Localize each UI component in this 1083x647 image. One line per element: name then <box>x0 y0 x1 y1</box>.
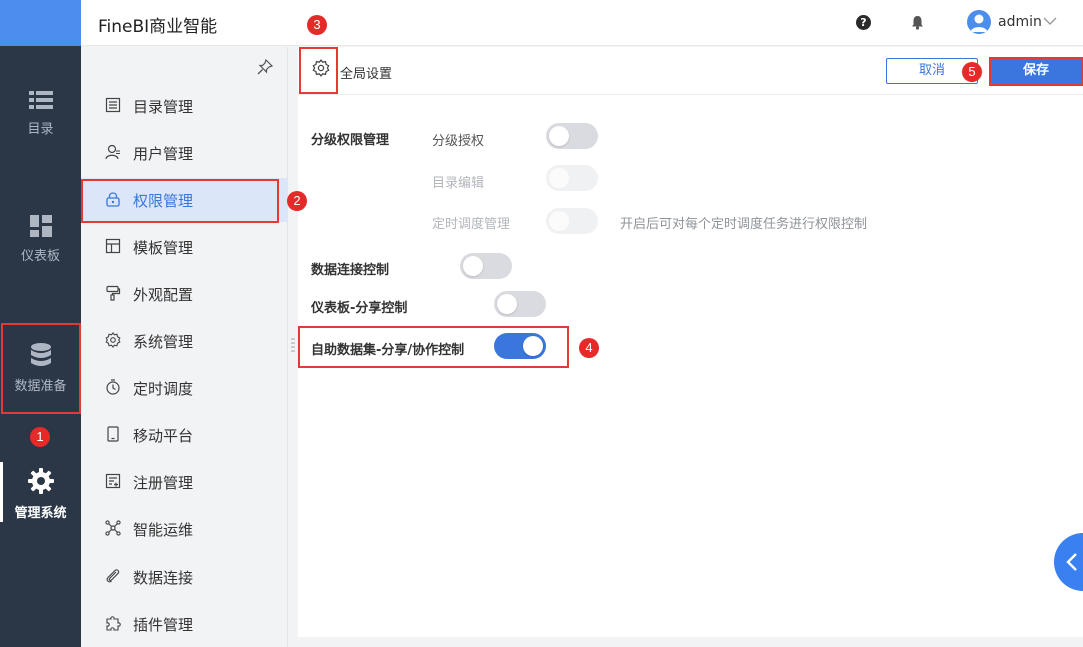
schedule-manage-label: 定时调度管理 <box>432 217 511 232</box>
drag-handle-icon[interactable] <box>291 338 295 352</box>
bell-icon[interactable] <box>911 15 924 30</box>
annotation-badge-4: 4 <box>579 338 599 358</box>
user-name[interactable]: admin <box>998 14 1042 30</box>
rail-item-label: 仪表板 <box>20 249 60 264</box>
gear-icon <box>27 468 54 494</box>
network-icon <box>105 520 121 536</box>
graded-permission-label: 分级权限管理 <box>311 133 390 148</box>
subnav-item-register[interactable]: 注册管理 <box>81 460 288 504</box>
catalog-edit-toggle[interactable] <box>546 165 598 191</box>
subnav-label: 插件管理 <box>133 616 194 634</box>
graded-auth-label: 分级授权 <box>432 134 485 149</box>
rail-item-label: 管理系统 <box>14 506 67 521</box>
top-header: FineBI商业智能 ? admin <box>81 0 1083 46</box>
highlight-permissions <box>81 179 279 223</box>
subnav-item-templates[interactable]: 模板管理 <box>81 225 288 269</box>
timer-icon <box>106 379 120 395</box>
subnav-label: 数据连接 <box>133 569 194 587</box>
subnav-label: 移动平台 <box>133 427 194 445</box>
subnav-item-plugins[interactable]: 插件管理 <box>81 602 288 646</box>
paperclip-icon <box>106 569 120 583</box>
subnav-item-schedule[interactable]: 定时调度 <box>81 366 288 410</box>
help-icon[interactable]: ? <box>856 15 871 30</box>
rail-item-admin[interactable]: 管理系统 <box>0 462 81 522</box>
pin-icon[interactable] <box>257 59 273 75</box>
subnav-label: 注册管理 <box>133 474 194 492</box>
avatar[interactable] <box>967 10 991 34</box>
subnav-label: 用户管理 <box>133 145 194 163</box>
subnav-label: 定时调度 <box>133 380 194 398</box>
global-settings-label: 全局设置 <box>340 67 393 82</box>
user-avatar-icon <box>970 14 988 32</box>
data-connection-toggle[interactable] <box>460 253 512 279</box>
active-indicator <box>0 462 3 522</box>
dashboard-share-label: 仪表板-分享控制 <box>311 301 408 316</box>
user-icon <box>105 144 120 160</box>
rail-item-label: 目录 <box>27 122 54 137</box>
register-icon <box>105 473 121 489</box>
subnav-item-mobile[interactable]: 移动平台 <box>81 413 288 457</box>
rail-item-dashboard[interactable]: 仪表板 <box>0 215 81 264</box>
highlight-global-settings <box>299 47 338 94</box>
template-icon <box>105 238 121 254</box>
annotation-badge-3: 3 <box>307 15 327 35</box>
subnav-item-ops[interactable]: 智能运维 <box>81 507 288 551</box>
app-title: FineBI商业智能 <box>98 17 218 37</box>
subnav-label: 系统管理 <box>133 333 194 351</box>
annotation-badge-1: 1 <box>30 427 50 447</box>
subnav-label: 外观配置 <box>133 286 194 304</box>
data-connection-label: 数据连接控制 <box>311 263 390 278</box>
subnav-item-catalog[interactable]: 目录管理 <box>81 84 288 128</box>
rail-logo-area <box>0 0 81 46</box>
subnav-item-data-connection[interactable]: 数据连接 <box>81 555 288 599</box>
list-icon <box>28 91 53 109</box>
dashboard-share-toggle[interactable] <box>494 291 546 317</box>
catalog-icon <box>105 97 121 113</box>
subnav-item-users[interactable]: 用户管理 <box>81 131 288 175</box>
highlight-data-prep <box>1 323 81 414</box>
subnav-label: 模板管理 <box>133 239 194 257</box>
schedule-hint: 开启后可对每个定时调度任务进行权限控制 <box>620 217 868 232</box>
highlight-self-dataset-toggle <box>298 326 569 368</box>
dashboard-icon <box>29 215 52 237</box>
puzzle-icon <box>106 616 121 631</box>
subnav-item-appearance[interactable]: 外观配置 <box>81 272 288 316</box>
mobile-icon <box>107 426 119 442</box>
catalog-edit-label: 目录编辑 <box>432 176 485 191</box>
brush-icon <box>106 285 121 301</box>
chevron-left-icon <box>1066 553 1077 571</box>
annotation-badge-5: 5 <box>962 62 982 82</box>
graded-auth-toggle[interactable] <box>546 123 598 149</box>
schedule-manage-toggle[interactable] <box>546 208 598 234</box>
subnav-item-system[interactable]: 系统管理 <box>81 319 288 363</box>
highlight-save <box>989 57 1083 86</box>
subnav-label: 目录管理 <box>133 98 194 116</box>
annotation-badge-2: 2 <box>287 191 307 211</box>
admin-subnav: 目录管理 用户管理 权限管理 模板管理 外观配置 系统管理 定时调度 移动平台 … <box>81 47 288 647</box>
subnav-label: 智能运维 <box>133 521 194 539</box>
settings-icon <box>105 332 121 348</box>
rail-item-catalog[interactable]: 目录 <box>0 90 81 137</box>
chevron-down-icon[interactable] <box>1043 16 1057 26</box>
